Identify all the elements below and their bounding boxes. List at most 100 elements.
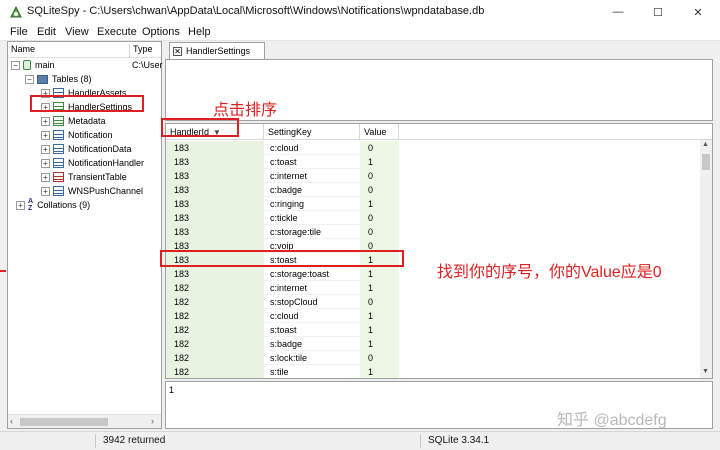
cell-value[interactable]: 1 bbox=[360, 309, 399, 323]
cell-handlerid[interactable]: 183 bbox=[166, 141, 264, 155]
column-header-value[interactable]: Value bbox=[360, 124, 399, 140]
cell-value[interactable]: 0 bbox=[360, 225, 399, 239]
cell-value[interactable]: 1 bbox=[360, 155, 399, 169]
menu-help[interactable]: Help bbox=[188, 26, 211, 38]
menu-execute[interactable]: Execute bbox=[97, 26, 137, 38]
cell-settingkey[interactable]: c:storage:tile bbox=[264, 225, 360, 239]
close-window-button[interactable]: ✕ bbox=[678, 0, 718, 24]
scroll-up-icon[interactable]: ▲ bbox=[702, 141, 709, 148]
table-row[interactable]: 183 c:badge 0 bbox=[166, 183, 399, 197]
table-row[interactable]: 182 s:badge 1 bbox=[166, 337, 399, 351]
scroll-down-icon[interactable]: ▼ bbox=[702, 368, 709, 375]
tree-item-notificationhandler[interactable]: + NotificationHandler bbox=[41, 156, 144, 170]
cell-settingkey[interactable]: s:stopCloud bbox=[264, 295, 360, 309]
cell-settingkey[interactable]: c:ringing bbox=[264, 197, 360, 211]
expand-icon[interactable]: + bbox=[41, 172, 50, 182]
cell-value[interactable]: 1 bbox=[360, 337, 399, 351]
cell-handlerid[interactable]: 182 bbox=[166, 365, 264, 378]
table-row[interactable]: 183 c:storage:toast 1 bbox=[166, 267, 399, 281]
tree-item-metadata[interactable]: + Metadata bbox=[41, 114, 106, 128]
table-row[interactable]: 183 c:internet 0 bbox=[166, 169, 399, 183]
collapse-icon[interactable]: − bbox=[11, 60, 20, 70]
menu-file[interactable]: File bbox=[10, 26, 28, 38]
menu-edit[interactable]: Edit bbox=[37, 26, 56, 38]
table-row[interactable]: 182 c:cloud 1 bbox=[166, 309, 399, 323]
cell-settingkey[interactable]: s:lock:tile bbox=[264, 351, 360, 365]
cell-handlerid[interactable]: 182 bbox=[166, 337, 264, 351]
tree-horizontal-scrollbar[interactable]: ‹ › bbox=[8, 414, 161, 428]
tab-handlersettings[interactable]: ✕ HandlerSettings bbox=[169, 42, 265, 59]
cell-handlerid[interactable]: 182 bbox=[166, 309, 264, 323]
cell-settingkey[interactable]: c:cloud bbox=[264, 141, 360, 155]
cell-value[interactable]: 0 bbox=[360, 351, 399, 365]
menu-view[interactable]: View bbox=[65, 26, 89, 38]
cell-value[interactable]: 1 bbox=[360, 267, 399, 281]
table-row[interactable]: 182 c:internet 1 bbox=[166, 281, 399, 295]
collapse-icon[interactable]: − bbox=[25, 74, 34, 84]
cell-handlerid[interactable]: 183 bbox=[166, 169, 264, 183]
grid-vertical-scrollbar[interactable]: ▲ ▼ bbox=[700, 140, 712, 378]
cell-value[interactable]: 0 bbox=[360, 295, 399, 309]
cell-value[interactable]: 1 bbox=[360, 323, 399, 337]
tree-item-main[interactable]: − main C:\User bbox=[11, 58, 163, 72]
cell-settingkey[interactable]: s:badge bbox=[264, 337, 360, 351]
cell-settingkey[interactable]: c:internet bbox=[264, 281, 360, 295]
cell-value[interactable]: 0 bbox=[360, 211, 399, 225]
expand-icon[interactable]: + bbox=[41, 130, 50, 140]
cell-handlerid[interactable]: 183 bbox=[166, 267, 264, 281]
cell-handlerid[interactable]: 183 bbox=[166, 183, 264, 197]
cell-value[interactable]: 0 bbox=[360, 141, 399, 155]
table-row[interactable]: 182 s:toast 1 bbox=[166, 323, 399, 337]
tree-item-wnspushchannel[interactable]: + WNSPushChannel bbox=[41, 184, 143, 198]
cell-handlerid[interactable]: 182 bbox=[166, 281, 264, 295]
cell-handlerid[interactable]: 182 bbox=[166, 351, 264, 365]
close-tab-icon[interactable]: ✕ bbox=[173, 46, 182, 56]
cell-value[interactable]: 1 bbox=[360, 281, 399, 295]
cell-handlerid[interactable]: 182 bbox=[166, 295, 264, 309]
table-row[interactable]: 183 c:cloud 0 bbox=[166, 141, 399, 155]
cell-handlerid[interactable]: 182 bbox=[166, 323, 264, 337]
maximize-button[interactable]: ☐ bbox=[638, 0, 678, 24]
cell-settingkey[interactable]: c:badge bbox=[264, 183, 360, 197]
cell-settingkey[interactable]: c:internet bbox=[264, 169, 360, 183]
menu-options[interactable]: Options bbox=[142, 26, 180, 38]
expand-icon[interactable]: + bbox=[41, 144, 50, 154]
tree-item-tables[interactable]: − Tables (8) bbox=[25, 72, 92, 86]
tree-item-collations[interactable]: + AZ Collations (9) bbox=[16, 198, 90, 212]
cell-settingkey[interactable]: c:toast bbox=[264, 155, 360, 169]
scroll-right-icon[interactable]: › bbox=[151, 416, 154, 426]
cell-settingkey[interactable]: c:storage:toast bbox=[264, 267, 360, 281]
tree-item-transienttable[interactable]: + TransientTable bbox=[41, 170, 127, 184]
table-row[interactable]: 183 c:tickle 0 bbox=[166, 211, 399, 225]
cell-handlerid[interactable]: 183 bbox=[166, 155, 264, 169]
expand-icon[interactable]: + bbox=[16, 200, 25, 210]
expand-icon[interactable]: + bbox=[41, 158, 50, 168]
cell-handlerid[interactable]: 183 bbox=[166, 197, 264, 211]
scrollbar-thumb[interactable] bbox=[702, 154, 710, 170]
cell-value[interactable]: 0 bbox=[360, 183, 399, 197]
column-header-settingkey[interactable]: SettingKey bbox=[264, 124, 360, 140]
cell-value[interactable]: 1 bbox=[360, 197, 399, 211]
cell-settingkey[interactable]: s:toast bbox=[264, 323, 360, 337]
cell-settingkey[interactable]: c:cloud bbox=[264, 309, 360, 323]
tree-col-name[interactable]: Name bbox=[11, 44, 35, 54]
minimize-button[interactable]: — bbox=[598, 0, 638, 24]
table-row[interactable]: 182 s:stopCloud 0 bbox=[166, 295, 399, 309]
cell-handlerid[interactable]: 183 bbox=[166, 211, 264, 225]
cell-settingkey[interactable]: c:tickle bbox=[264, 211, 360, 225]
scrollbar-thumb[interactable] bbox=[20, 418, 108, 426]
cell-handlerid[interactable]: 183 bbox=[166, 225, 264, 239]
cell-value[interactable]: 1 bbox=[360, 365, 399, 378]
table-row[interactable]: 182 s:tile 1 bbox=[166, 365, 399, 378]
tree-col-type[interactable]: Type bbox=[129, 44, 153, 58]
table-row[interactable]: 183 c:toast 1 bbox=[166, 155, 399, 169]
cell-value[interactable]: 0 bbox=[360, 169, 399, 183]
tree-item-notification[interactable]: + Notification bbox=[41, 128, 113, 142]
tree-item-notificationdata[interactable]: + NotificationData bbox=[41, 142, 132, 156]
expand-icon[interactable]: + bbox=[41, 186, 50, 196]
table-row[interactable]: 183 c:storage:tile 0 bbox=[166, 225, 399, 239]
cell-settingkey[interactable]: s:tile bbox=[264, 365, 360, 378]
table-row[interactable]: 183 c:ringing 1 bbox=[166, 197, 399, 211]
table-row[interactable]: 182 s:lock:tile 0 bbox=[166, 351, 399, 365]
scroll-left-icon[interactable]: ‹ bbox=[10, 416, 13, 426]
